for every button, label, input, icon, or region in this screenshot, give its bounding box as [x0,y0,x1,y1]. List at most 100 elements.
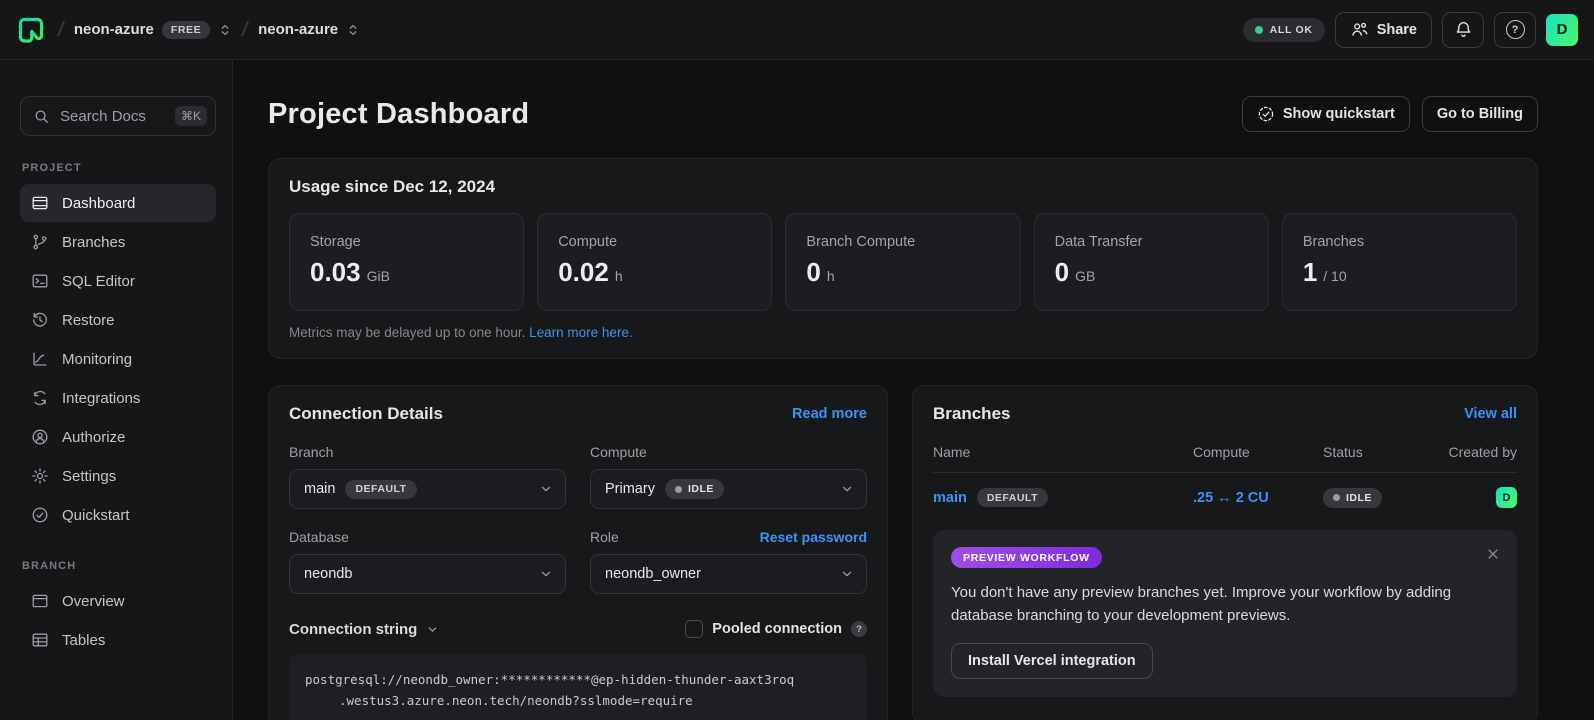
sidebar-item-overview[interactable]: Overview [20,582,216,620]
sidebar-item-sql-editor[interactable]: SQL Editor [20,262,216,300]
connection-string-toggle[interactable]: Connection string [289,621,439,638]
chevron-up-down-icon [218,23,232,37]
role-select[interactable]: neondb_owner [590,554,867,594]
branch-select[interactable]: main DEFAULT [289,469,566,509]
chevron-down-icon [840,567,854,581]
reset-password-link[interactable]: Reset password [760,529,867,545]
breadcrumb-project-selector[interactable]: neon-azure [258,21,360,38]
metrics-footnote: Metrics may be delayed up to one hour. L… [289,325,1517,340]
default-badge: DEFAULT [345,480,416,499]
sidebar-item-settings[interactable]: Settings [20,457,216,495]
column-compute: Compute [1193,444,1323,460]
branch-row-main[interactable]: main DEFAULT .25 ↔ 2 CU IDLE D [933,473,1517,514]
sidebar-item-branches[interactable]: Branches [20,223,216,261]
idle-dot-icon [1333,494,1340,501]
pooled-connection-checkbox[interactable] [685,620,703,638]
keyboard-shortcut-badge: ⌘K [175,106,207,126]
created-by-avatar[interactable]: D [1496,487,1517,508]
sidebar-section-project: PROJECT [22,162,216,174]
plan-badge: FREE [162,21,210,39]
topbar-actions: ALL OK Share ? D [1243,12,1578,48]
top-bar: / neon-azure FREE / neon-azure ALL OK [0,0,1594,60]
share-label: Share [1377,22,1417,38]
git-branch-icon [31,233,49,251]
sidebar-item-label: Settings [62,468,116,485]
search-docs-input[interactable]: Search Docs ⌘K [20,96,216,136]
share-button[interactable]: Share [1335,12,1432,48]
gear-icon [31,467,49,485]
idle-badge: IDLE [665,479,724,499]
chevron-down-icon [539,567,553,581]
sidebar-item-quickstart[interactable]: Quickstart [20,496,216,534]
people-icon [1350,20,1369,39]
sidebar-section-branch: BRANCH [22,560,216,572]
pooled-connection-label: Pooled connection [712,621,842,637]
status-text: ALL OK [1270,24,1313,36]
column-status: Status [1323,444,1431,460]
show-quickstart-button[interactable]: Show quickstart [1242,96,1410,132]
compute-select[interactable]: Primary IDLE [590,469,867,509]
sidebar-item-dashboard[interactable]: Dashboard [20,184,216,222]
chevron-down-icon [426,623,439,636]
connection-string-line1: postgresql://neondb_owner:************@e… [305,669,851,690]
main-content: Project Dashboard Show quickstart Go to … [233,60,1594,720]
stat-branches: Branches 1/ 10 [1282,213,1517,311]
install-vercel-button[interactable]: Install Vercel integration [951,643,1153,679]
chevron-up-down-icon [346,23,360,37]
bell-icon [1454,20,1473,39]
status-ok-dot-icon [1255,26,1263,34]
stat-unit: h [827,268,835,284]
stat-unit: / 10 [1323,268,1346,284]
column-created-by: Created by [1431,444,1517,460]
stat-storage: Storage 0.03GiB [289,213,524,311]
go-to-billing-button[interactable]: Go to Billing [1422,96,1538,132]
view-all-link[interactable]: View all [1464,406,1517,422]
sidebar-item-tables[interactable]: Tables [20,621,216,659]
database-select[interactable]: neondb [289,554,566,594]
sidebar-item-restore[interactable]: Restore [20,301,216,339]
read-more-link[interactable]: Read more [792,406,867,422]
connection-string-value[interactable]: postgresql://neondb_owner:************@e… [289,654,867,720]
stat-value: 0 [806,257,820,288]
neon-logo[interactable] [14,13,48,47]
sidebar-item-authorize[interactable]: Authorize [20,418,216,456]
terminal-icon [31,272,49,290]
breadcrumb-slash: / [56,18,65,42]
sidebar-item-label: Monitoring [62,351,132,368]
sidebar-item-label: Dashboard [62,195,135,212]
stat-compute: Compute 0.02h [537,213,772,311]
history-clock-icon [31,311,49,329]
sidebar-item-integrations[interactable]: Integrations [20,379,216,417]
project-name: neon-azure [258,21,338,38]
stat-value: 1 [1303,257,1317,288]
user-circle-icon [31,428,49,446]
sidebar: Search Docs ⌘K PROJECT Dashboard Branche… [0,60,233,720]
sidebar-item-label: SQL Editor [62,273,135,290]
pooled-help-icon[interactable]: ? [851,621,867,637]
sidebar-item-monitoring[interactable]: Monitoring [20,340,216,378]
connection-details-card: Connection Details Read more Branch main… [268,385,888,720]
close-icon[interactable] [1485,546,1501,562]
neon-console-app: / neon-azure FREE / neon-azure ALL OK [0,0,1594,720]
notifications-button[interactable] [1442,12,1484,48]
breadcrumb-org-selector[interactable]: neon-azure FREE [74,21,232,39]
branch-name-link[interactable]: main [933,490,967,506]
integrations-sync-icon [31,389,49,407]
idle-dot-icon [675,486,682,493]
help-button[interactable]: ? [1494,12,1536,48]
stat-branch-compute: Branch Compute 0h [785,213,1020,311]
compute-field-label: Compute [590,444,647,460]
system-status-pill[interactable]: ALL OK [1243,18,1325,42]
sidebar-item-label: Restore [62,312,115,329]
sidebar-item-label: Overview [62,593,125,610]
chevron-down-icon [840,482,854,496]
usage-stats: Storage 0.03GiB Compute 0.02h Branch Com… [289,213,1517,311]
sidebar-item-label: Authorize [62,429,125,446]
chevron-down-icon [539,482,553,496]
connection-details-title: Connection Details [289,404,443,424]
learn-more-link[interactable]: Learn more here. [529,325,633,340]
user-avatar[interactable]: D [1546,14,1578,46]
stat-unit: h [615,268,623,284]
table-icon [31,631,49,649]
stat-value: 0.03 [310,257,361,288]
